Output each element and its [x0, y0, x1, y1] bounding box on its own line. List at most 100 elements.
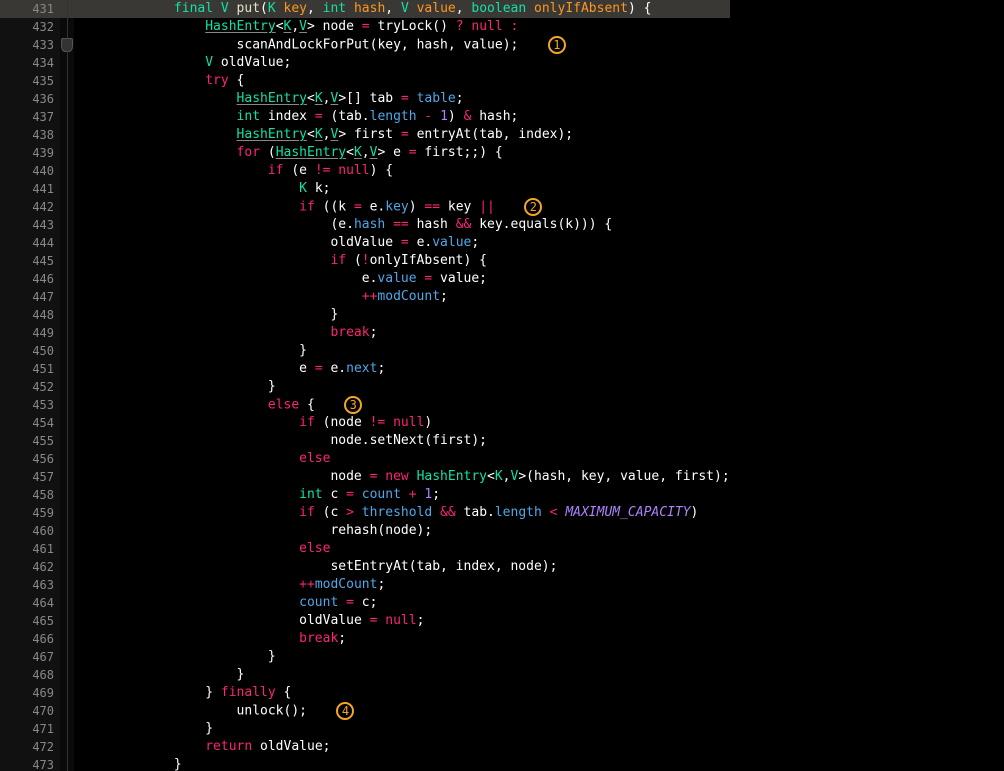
code-text[interactable]: HashEntry<K,V> node = tryLock() ? null : — [74, 18, 730, 36]
line-number[interactable]: 458 — [0, 486, 60, 504]
line-number[interactable]: 452 — [0, 378, 60, 396]
gutter-marker[interactable] — [60, 558, 74, 576]
code-text[interactable]: if (node != null) — [74, 414, 730, 432]
line-number[interactable]: 446 — [0, 270, 60, 288]
line-number[interactable]: 466 — [0, 630, 60, 648]
line-number[interactable]: 442 — [0, 198, 60, 216]
code-line[interactable]: 464 count = c; — [0, 594, 730, 612]
line-number[interactable]: 455 — [0, 432, 60, 450]
line-number[interactable]: 460 — [0, 522, 60, 540]
line-number[interactable]: 456 — [0, 450, 60, 468]
code-text[interactable]: K k; — [74, 180, 730, 198]
code-line[interactable]: 441 K k; — [0, 180, 730, 198]
line-number[interactable]: 459 — [0, 504, 60, 522]
code-line[interactable]: 470 unlock(); 4 — [0, 702, 730, 720]
gutter-marker[interactable] — [60, 126, 74, 144]
code-line[interactable]: 443 (e.hash == hash && key.equals(k))) { — [0, 216, 730, 234]
code-line[interactable]: 473 } — [0, 756, 730, 771]
gutter-marker[interactable] — [60, 486, 74, 504]
gutter-marker[interactable] — [60, 360, 74, 378]
gutter-marker[interactable] — [60, 54, 74, 72]
code-text[interactable]: break; — [74, 324, 730, 342]
code-text[interactable]: count = c; — [74, 594, 730, 612]
code-text[interactable]: if ((k = e.key) == key || 2 — [74, 198, 730, 216]
code-line[interactable]: 457 node = new HashEntry<K,V>(hash, key,… — [0, 468, 730, 486]
line-number[interactable]: 437 — [0, 108, 60, 126]
code-line[interactable]: 438 HashEntry<K,V> first = entryAt(tab, … — [0, 126, 730, 144]
code-text[interactable]: for (HashEntry<K,V> e = first;;) { — [74, 144, 730, 162]
line-number[interactable]: 472 — [0, 738, 60, 756]
line-number[interactable]: 435 — [0, 72, 60, 90]
gutter-marker[interactable] — [60, 378, 74, 396]
line-number[interactable]: 434 — [0, 54, 60, 72]
code-text[interactable]: if (e != null) { — [74, 162, 730, 180]
code-text[interactable]: return oldValue; — [74, 738, 730, 756]
line-number[interactable]: 444 — [0, 234, 60, 252]
code-line[interactable]: 462 setEntryAt(tab, index, node); — [0, 558, 730, 576]
line-number[interactable]: 445 — [0, 252, 60, 270]
code-line[interactable]: 458 int c = count + 1; — [0, 486, 730, 504]
line-number[interactable]: 468 — [0, 666, 60, 684]
code-text[interactable]: } finally { — [74, 684, 730, 702]
code-text[interactable]: } — [74, 378, 730, 396]
code-text[interactable]: node = new HashEntry<K,V>(hash, key, val… — [74, 468, 730, 486]
gutter-marker[interactable] — [60, 342, 74, 360]
gutter-marker[interactable] — [60, 72, 74, 90]
code-line[interactable]: 455 node.setNext(first); — [0, 432, 730, 450]
line-number[interactable]: 443 — [0, 216, 60, 234]
gutter-marker[interactable] — [60, 216, 74, 234]
line-number[interactable]: 450 — [0, 342, 60, 360]
gutter-marker[interactable] — [60, 450, 74, 468]
code-text[interactable]: } — [74, 306, 730, 324]
code-line[interactable]: 472 return oldValue; — [0, 738, 730, 756]
gutter-marker[interactable] — [60, 576, 74, 594]
gutter-marker[interactable] — [60, 432, 74, 450]
line-number[interactable]: 448 — [0, 306, 60, 324]
code-text[interactable]: if (c > threshold && tab.length < MAXIMU… — [74, 504, 730, 522]
gutter-marker[interactable] — [60, 198, 74, 216]
breakpoint-icon[interactable] — [60, 36, 74, 54]
code-line[interactable]: 459 if (c > threshold && tab.length < MA… — [0, 504, 730, 522]
code-text[interactable]: } — [74, 756, 730, 771]
code-text[interactable]: break; — [74, 630, 730, 648]
code-text[interactable]: V oldValue; — [74, 54, 730, 72]
line-number[interactable]: 467 — [0, 648, 60, 666]
code-text[interactable]: ++modCount; — [74, 288, 730, 306]
gutter-marker[interactable] — [60, 720, 74, 738]
gutter-marker[interactable] — [60, 522, 74, 540]
code-text[interactable]: int index = (tab.length - 1) & hash; — [74, 108, 730, 126]
gutter-marker[interactable] — [60, 108, 74, 126]
code-line[interactable]: 435 try { — [0, 72, 730, 90]
gutter-marker[interactable] — [60, 36, 74, 54]
code-line[interactable]: 453 else { 3 — [0, 396, 730, 414]
gutter-marker[interactable] — [60, 738, 74, 756]
line-number[interactable]: 432 — [0, 18, 60, 36]
code-text[interactable]: int c = count + 1; — [74, 486, 730, 504]
code-line[interactable]: 466 break; — [0, 630, 730, 648]
code-line[interactable]: 434 V oldValue; — [0, 54, 730, 72]
code-text[interactable]: } — [74, 342, 730, 360]
line-number[interactable]: 439 — [0, 144, 60, 162]
gutter-marker[interactable] — [60, 306, 74, 324]
gutter-marker[interactable] — [60, 468, 74, 486]
code-text[interactable]: } — [74, 720, 730, 738]
gutter-marker[interactable] — [60, 630, 74, 648]
code-text[interactable]: scanAndLockForPut(key, hash, value); 1 — [74, 36, 730, 54]
code-line[interactable]: 431 final V put(K key, int hash, V value… — [0, 0, 730, 18]
line-number[interactable]: 461 — [0, 540, 60, 558]
code-line[interactable]: 439 for (HashEntry<K,V> e = first;;) { — [0, 144, 730, 162]
gutter-marker[interactable] — [60, 540, 74, 558]
gutter-marker[interactable] — [60, 324, 74, 342]
code-line[interactable]: 469 } finally { — [0, 684, 730, 702]
gutter-marker[interactable] — [60, 234, 74, 252]
code-text[interactable]: HashEntry<K,V> first = entryAt(tab, inde… — [74, 126, 730, 144]
code-line[interactable]: 454 if (node != null) — [0, 414, 730, 432]
code-text[interactable]: } — [74, 666, 730, 684]
code-line[interactable]: 461 else — [0, 540, 730, 558]
gutter-marker[interactable] — [60, 90, 74, 108]
gutter-marker[interactable] — [60, 288, 74, 306]
code-text[interactable]: setEntryAt(tab, index, node); — [74, 558, 730, 576]
line-number[interactable]: 463 — [0, 576, 60, 594]
gutter-marker[interactable] — [60, 0, 74, 18]
line-number[interactable]: 440 — [0, 162, 60, 180]
